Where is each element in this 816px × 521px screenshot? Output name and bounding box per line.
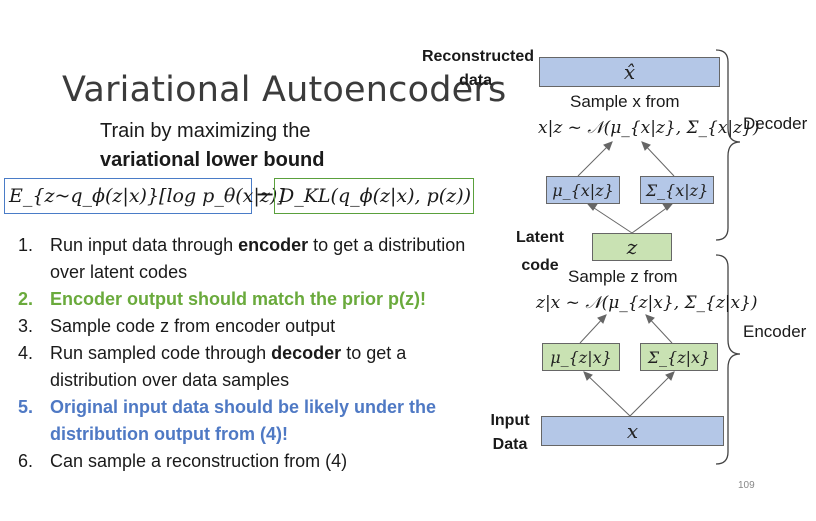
arrow-x-to-sigma-zx <box>629 371 675 417</box>
mu-xz-box: μ_{x|z} <box>546 176 620 204</box>
z-symbol: z <box>626 235 638 259</box>
sample-x-equation: x|z ~ 𝒩(μ_{x|z}, Σ_{x|z}) <box>538 118 760 138</box>
reconstructed-label-line1: Reconstructed <box>421 48 534 65</box>
x-symbol: x <box>626 419 639 443</box>
reconstructed-label-line2: data <box>459 72 492 89</box>
mu-zx-box: μ_{z|x} <box>542 343 620 371</box>
z-box: z <box>592 233 672 261</box>
arrow-x-to-mu-zx <box>583 371 631 417</box>
sample-z-equation: z|x ~ 𝒩(μ_{z|x}, Σ_{z|x}) <box>536 293 758 313</box>
sigma-xz-symbol: Σ_{x|z} <box>645 180 709 200</box>
input-label-line2: Data <box>492 436 528 453</box>
page-number: 109 <box>738 480 755 491</box>
mu-xz-symbol: μ_{x|z} <box>552 180 614 200</box>
encoder-label: Encoder <box>743 322 807 341</box>
input-label-line1: Input <box>490 412 530 429</box>
xhat-symbol: x̂ <box>623 60 636 84</box>
mu-zx-symbol: μ_{z|x} <box>550 347 612 367</box>
sample-x-text: Sample x from <box>570 92 680 111</box>
sigma-zx-box: Σ_{z|x} <box>640 343 718 371</box>
decoder-label: Decoder <box>743 114 808 133</box>
xhat-box: x̂ <box>539 57 720 87</box>
latent-label-line1: Latent <box>516 229 564 246</box>
sigma-zx-symbol: Σ_{z|x} <box>647 347 711 367</box>
x-box: x <box>541 416 724 446</box>
latent-label-line2: code <box>521 257 559 274</box>
sample-z-text: Sample z from <box>568 267 678 286</box>
sigma-xz-box: Σ_{x|z} <box>640 176 714 204</box>
